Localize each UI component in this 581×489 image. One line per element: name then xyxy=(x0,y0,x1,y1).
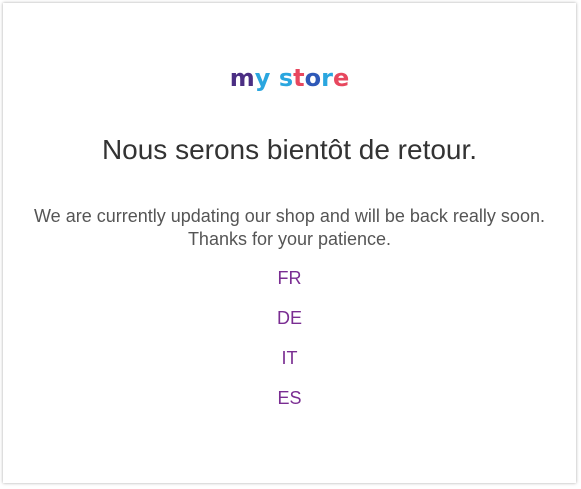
logo-letter-y: y xyxy=(254,64,271,92)
page-title: Nous serons bientôt de retour. xyxy=(101,134,478,165)
logo-letter-e: e xyxy=(332,64,350,92)
message-line-2: Thanks for your patience. xyxy=(187,229,392,249)
language-link-fr[interactable]: FR xyxy=(3,267,576,289)
maintenance-card: my store Nous serons bientôt de retour. … xyxy=(3,3,576,483)
logo-space xyxy=(270,58,278,98)
logo-letter-r: r xyxy=(321,64,333,92)
logo-letter-s: s xyxy=(278,64,294,92)
language-link-it[interactable]: IT xyxy=(3,347,576,369)
store-logo: my store xyxy=(3,58,576,98)
language-link-es[interactable]: ES xyxy=(3,387,576,409)
logo-letter-o: o xyxy=(304,64,322,92)
language-link-de[interactable]: DE xyxy=(3,307,576,329)
language-links: FR DE IT ES xyxy=(3,267,576,427)
message-line-1: We are currently updating our shop and w… xyxy=(34,206,545,226)
logo-letter-m: m xyxy=(229,64,255,92)
logo-letter-t: t xyxy=(293,64,305,92)
maintenance-message: We are currently updating our shop and w… xyxy=(3,205,576,251)
